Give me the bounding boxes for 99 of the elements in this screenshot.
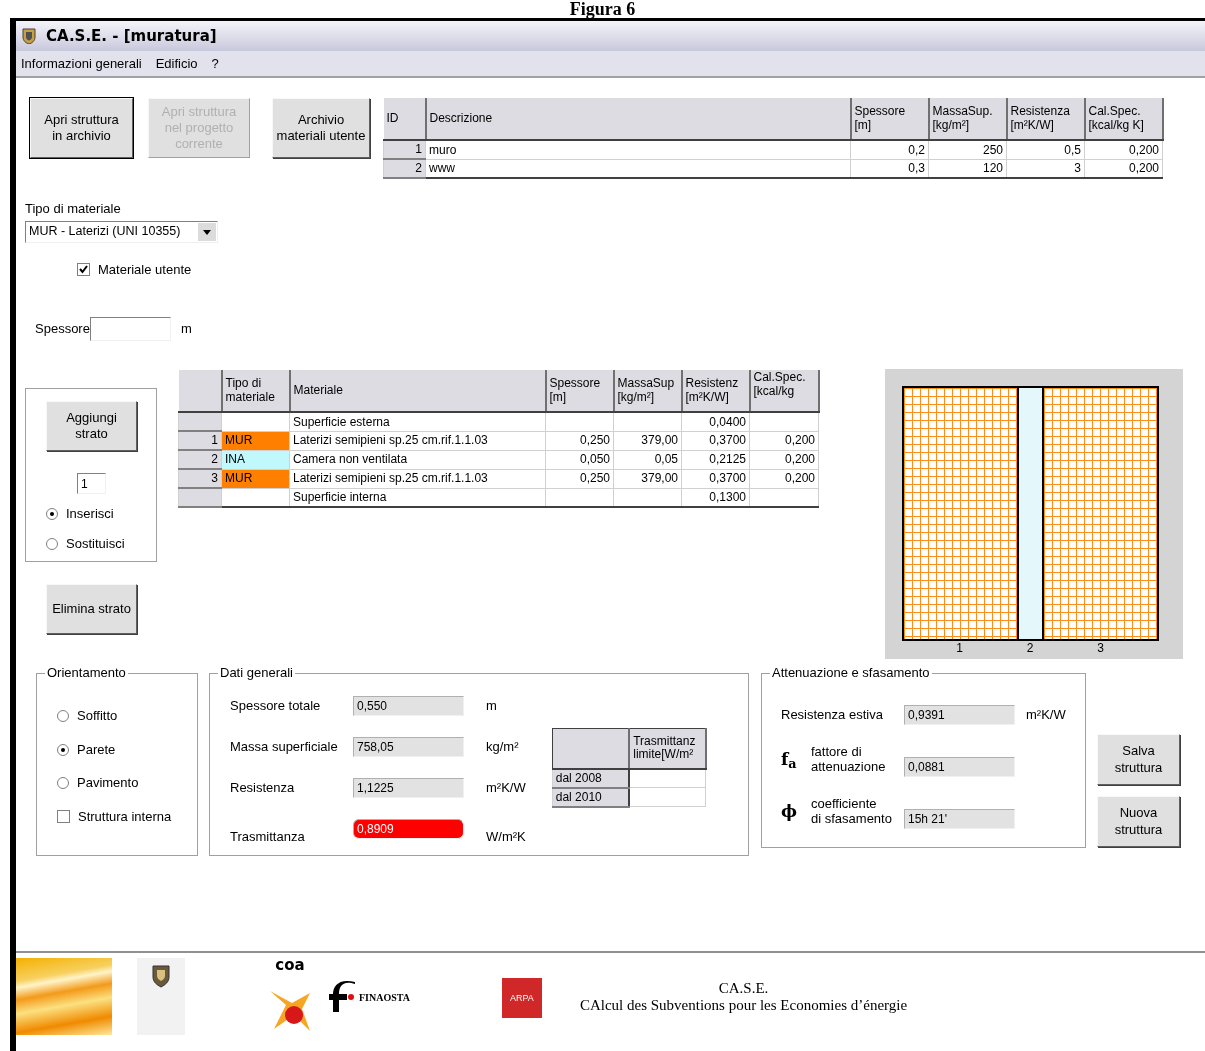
logo-text: FINAOSTA [359, 991, 410, 1003]
layer-label: 1 [955, 641, 964, 656]
column-header: MassaSup [kg/m²] [613, 370, 682, 413]
logo-text: ARPA [510, 992, 534, 1004]
table-cell: 0,5 [1006, 140, 1085, 159]
column-header: Descrizione [425, 98, 851, 140]
radio-button[interactable] [57, 777, 69, 790]
action-button[interactable]: Nuova struttura [1097, 796, 1180, 848]
layer-label: 2 [1025, 641, 1035, 656]
app-subtitle: CAlcul des Subventions pour les Economies d’énergie [579, 997, 908, 1014]
field-label: coefficiente di sfasamento [811, 795, 893, 827]
table-cell: 0,200 [749, 431, 819, 451]
table-cell: Laterizi semipieni sp.25 cm.rif.1.1.03 [289, 469, 546, 489]
table-cell: 0,3700 [681, 431, 750, 451]
table-cell: muro [425, 140, 851, 159]
table-cell: 0,2125 [681, 450, 750, 470]
column-header: Trasmittanz limite[W/m² [629, 728, 706, 769]
table-cell: 0,250 [545, 431, 614, 451]
radio-label: Sostituisci [66, 535, 125, 552]
thickness-field[interactable] [89, 317, 171, 342]
field-label: Resistenza [230, 780, 296, 796]
column-header: Tipo di materiale [221, 370, 290, 413]
unit-label: kg/m² [486, 739, 519, 755]
radio-button[interactable] [57, 710, 69, 722]
radio-label: Parete [77, 741, 116, 758]
window-title: CA.S.E. - [muratura] [46, 27, 217, 45]
position-field[interactable]: 1 [77, 473, 106, 495]
dropdown-value: MUR - Laterizi (UNI 10355) [29, 224, 181, 240]
radio-button[interactable] [57, 743, 69, 756]
value-field: 1,1225 [353, 778, 464, 799]
table-cell: 0,05 [613, 450, 682, 470]
table-cell: 0,200 [749, 469, 819, 489]
value-field: 0,8909 [353, 819, 464, 840]
delete-layer-button[interactable]: Elimina strato [46, 584, 137, 635]
column-header: Resistenz [m²K/W] [681, 370, 750, 413]
checkbox-label: Materiale utente [98, 261, 192, 278]
material-type-label: Tipo di materiale [25, 201, 122, 217]
toolbar-button[interactable]: Apri struttura in archivio [30, 98, 133, 158]
checkbox-label: Struttura interna [78, 808, 172, 825]
field-label: Spessore totale [230, 698, 322, 714]
table-cell: 0,0400 [681, 412, 750, 432]
table-cell: 0,250 [545, 469, 614, 489]
curved-f-icon [327, 980, 357, 1014]
table-cell: 0,050 [545, 450, 614, 470]
unit-label: m [486, 698, 497, 714]
table-cell: 0,200 [1084, 140, 1163, 159]
table-cell: 250 [928, 140, 1007, 159]
value-field: 0,9391 [904, 705, 1015, 726]
field-label: Resistenza estiva [781, 707, 884, 723]
value-field: 15h 21' [904, 809, 1015, 830]
column-header: MassaSup. [kg/m²] [928, 98, 1007, 140]
column-header: ID [383, 98, 426, 140]
table-cell: 0,200 [749, 450, 819, 470]
menu-item[interactable]: ? [211, 55, 219, 72]
field-label: fattore di attenuazione [811, 743, 887, 775]
symbol-label: f$_{a}$ [781, 749, 798, 770]
table-cell: Camera non ventilata [289, 450, 546, 470]
table-cell: 0,3700 [681, 469, 750, 489]
field-label: Trasmittanza [230, 829, 306, 845]
column-header: Cal.Spec. [kcal/kg [749, 370, 819, 413]
unit-label: m [180, 321, 192, 337]
field-label: Massa superficiale [230, 739, 339, 755]
layer-label: 3 [1096, 641, 1105, 656]
radio-label: Pavimento [77, 775, 139, 791]
column-header: Spessore [m] [850, 98, 929, 140]
add-layer-button[interactable]: Aggiungi strato [46, 401, 137, 452]
checkbox[interactable] [77, 262, 90, 276]
value-field: 0,550 [353, 696, 464, 717]
unit-label: m²K/W [1026, 707, 1066, 723]
group-title: Dati generali [218, 665, 295, 681]
symbol-label: ϕ [781, 801, 798, 822]
table-cell: Laterizi semipieni sp.25 cm.rif.1.1.03 [289, 431, 546, 451]
radio-label: Soffitto [77, 708, 118, 724]
column-header: Materiale [289, 370, 546, 413]
value-field: 0,0881 [904, 757, 1015, 778]
logo-text: coa [275, 958, 305, 973]
unit-label: W/m²K [486, 829, 526, 845]
material-type-dropdown[interactable]: MUR - Laterizi (UNI 10355) [25, 220, 218, 243]
radio-button[interactable] [46, 537, 58, 550]
toolbar-button[interactable]: Archivio materiali utente [272, 98, 370, 158]
table-cell: Superficie esterna [289, 412, 546, 432]
table-cell: 379,00 [613, 469, 682, 489]
menu-item[interactable]: Informazioni generali [21, 55, 142, 72]
action-button[interactable]: Salva struttura [1097, 734, 1180, 786]
table-cell: 379,00 [613, 431, 682, 451]
radio-label: Inserisci [66, 506, 114, 522]
menu-item[interactable]: Edificio [155, 55, 198, 72]
unit-label: m²K/W [486, 780, 526, 796]
value-field: 758,05 [353, 737, 464, 758]
checkbox[interactable] [57, 810, 70, 824]
column-header: Cal.Spec. [kcal/kg K] [1084, 98, 1163, 140]
app-name: CA.S.E. [718, 980, 769, 997]
figure-caption: Figura 6 [568, 0, 637, 18]
table-cell: 0,2 [850, 140, 929, 159]
column-header: Spessore [m] [545, 370, 614, 413]
radio-button[interactable] [46, 508, 58, 520]
thickness-label: Spessore [35, 321, 90, 337]
app-icon [22, 28, 36, 44]
column-header: Resistenza [m²K/W] [1006, 98, 1085, 140]
